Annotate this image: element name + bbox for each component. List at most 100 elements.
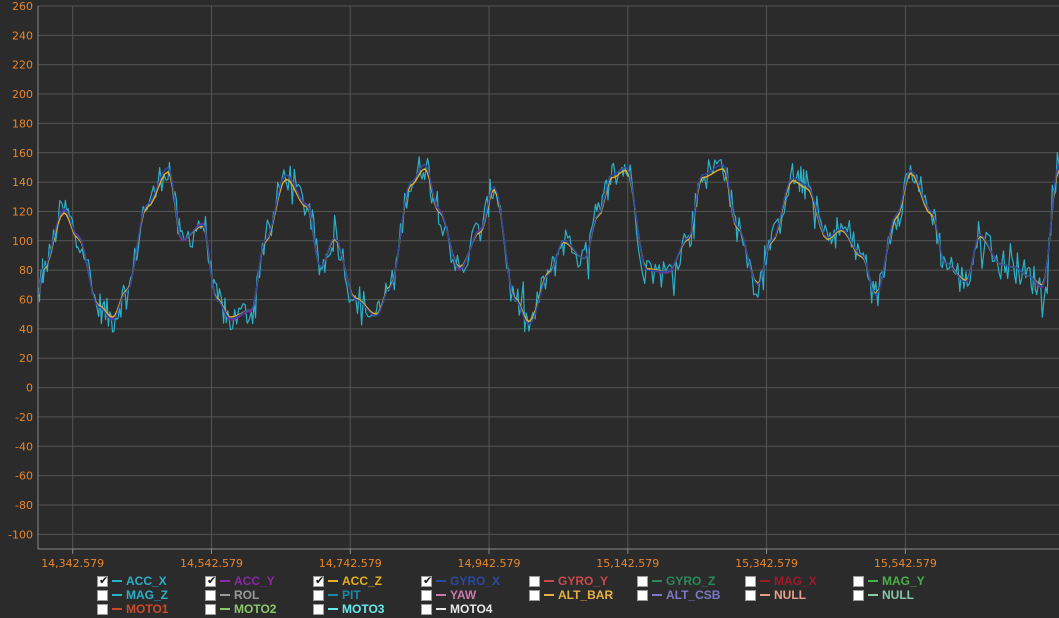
legend-swatch [760, 594, 770, 596]
legend-item-mag-z[interactable]: MAG_Z [97, 588, 168, 602]
legend-label: GYRO_Y [558, 574, 609, 588]
y-tick-label: 0 [26, 382, 33, 395]
legend-swatch [436, 594, 446, 596]
y-tick-label: 220 [12, 59, 33, 72]
legend-item-yaw[interactable]: YAW [421, 588, 476, 602]
legend-checkbox[interactable] [97, 589, 108, 601]
chart[interactable]: 260240220200180160140120100806040200-20-… [0, 0, 1059, 573]
x-tick-label: 14,542.579 [180, 557, 243, 570]
legend-swatch [868, 580, 878, 582]
legend-label: ALT_BAR [558, 588, 614, 602]
legend-swatch [112, 594, 122, 596]
y-tick-label: 60 [19, 294, 33, 307]
legend-item-moto4[interactable]: MOTO4 [421, 602, 492, 616]
legend-item-acc-y[interactable]: ✔ ACC_Y [205, 574, 275, 588]
legend-label: GYRO_Z [666, 574, 716, 588]
y-tick-label: -20 [15, 411, 33, 424]
legend-checkbox[interactable] [529, 589, 540, 601]
legend-item-alt-csb[interactable]: ALT_CSB [637, 588, 720, 602]
legend-label: MOTO1 [126, 602, 169, 616]
y-tick-label: 160 [12, 147, 33, 160]
legend-checkbox[interactable] [529, 575, 540, 587]
legend-checkbox[interactable]: ✔ [205, 574, 216, 587]
x-tick-label: 15,542.579 [874, 557, 937, 570]
legend-item-null[interactable]: NULL [853, 588, 914, 602]
legend-checkbox[interactable]: ✔ [313, 574, 324, 587]
legend-item-acc-z[interactable]: ✔ ACC_Z [313, 574, 382, 588]
y-tick-label: 20 [19, 352, 33, 365]
legend-swatch [436, 608, 446, 610]
legend-checkbox[interactable] [313, 603, 324, 615]
x-tick-label: 14,342.579 [41, 557, 104, 570]
y-tick-label: -60 [15, 470, 33, 483]
legend-label: MAG_Z [126, 588, 168, 602]
legend-item-pit[interactable]: PIT [313, 588, 361, 602]
legend-label: MAG_Y [882, 574, 925, 588]
legend-item-alt-bar[interactable]: ALT_BAR [529, 588, 613, 602]
checkmark-icon: ✔ [99, 573, 109, 587]
y-tick-label: 120 [12, 205, 33, 218]
legend-item-moto3[interactable]: MOTO3 [313, 602, 384, 616]
legend-swatch [220, 608, 230, 610]
x-tick-label: 14,942.579 [458, 557, 521, 570]
legend-swatch [544, 594, 554, 596]
y-tick-label: 140 [12, 176, 33, 189]
y-tick-label: 180 [12, 117, 33, 130]
legend-item-gyro-z[interactable]: GYRO_Z [637, 574, 715, 588]
legend-checkbox[interactable] [637, 575, 648, 587]
legend-swatch [652, 580, 662, 582]
legend-swatch [220, 594, 230, 596]
legend-label: ACC_X [126, 574, 167, 588]
legend-checkbox[interactable] [205, 603, 216, 615]
legend-label: ACC_Z [342, 574, 383, 588]
legend-swatch [652, 594, 662, 596]
x-tick-label: 15,142.579 [596, 557, 659, 570]
legend-checkbox[interactable] [853, 575, 864, 587]
legend-item-mag-x[interactable]: MAG_X [745, 574, 817, 588]
legend-checkbox[interactable] [637, 589, 648, 601]
x-tick-label: 15,342.579 [735, 557, 798, 570]
y-tick-label: -100 [8, 528, 33, 541]
legend-item-moto2[interactable]: MOTO2 [205, 602, 276, 616]
legend-swatch [112, 608, 122, 610]
legend-swatch [544, 580, 554, 582]
legend-label: ALT_CSB [666, 588, 721, 602]
y-tick-label: 240 [12, 29, 33, 42]
checkmark-icon: ✔ [423, 573, 433, 587]
x-tick-label: 14,742.579 [319, 557, 382, 570]
legend-checkbox[interactable] [313, 589, 324, 601]
y-tick-label: -80 [15, 499, 33, 512]
legend-checkbox[interactable] [745, 575, 756, 587]
y-tick-label: 80 [19, 264, 33, 277]
legend-label: YAW [450, 588, 477, 602]
legend-item-mag-y[interactable]: MAG_Y [853, 574, 925, 588]
x-axis-ticks: 14,342.579 14,542.579 14,742.579 14,942.579… [41, 549, 937, 570]
legend-swatch [220, 580, 230, 582]
chart-grid [38, 5, 1059, 549]
legend-label: GYRO_X [450, 574, 501, 588]
legend-item-gyro-x[interactable]: ✔ GYRO_X [421, 574, 500, 588]
legend-checkbox[interactable] [421, 603, 432, 615]
legend-swatch [868, 594, 878, 596]
legend-item-gyro-y[interactable]: GYRO_Y [529, 574, 608, 588]
legend-item-moto1[interactable]: MOTO1 [97, 602, 168, 616]
legend-swatch [436, 580, 446, 582]
legend-label: ROL [234, 588, 260, 602]
legend-checkbox[interactable]: ✔ [421, 573, 433, 587]
legend-checkbox[interactable]: ✔ [97, 573, 109, 587]
y-tick-label: 100 [12, 235, 33, 248]
legend-item-acc-x[interactable]: ✔ ACC_X [97, 574, 167, 588]
legend-checkbox[interactable] [853, 589, 864, 601]
legend-label: NULL [774, 588, 806, 602]
legend-checkbox[interactable] [745, 589, 756, 601]
legend-checkbox[interactable] [97, 603, 108, 615]
legend-checkbox[interactable] [421, 589, 432, 601]
y-axis-ticks: 260240220200180160140120100806040200-20-… [8, 0, 33, 541]
legend-swatch [760, 580, 770, 582]
legend-label: ACC_Y [234, 574, 275, 588]
legend-item-null[interactable]: NULL [745, 588, 806, 602]
legend-label: NULL [882, 588, 914, 602]
legend-label: MOTO3 [342, 602, 385, 616]
legend-item-rol[interactable]: ROL [205, 588, 259, 602]
legend-checkbox[interactable] [205, 589, 216, 601]
